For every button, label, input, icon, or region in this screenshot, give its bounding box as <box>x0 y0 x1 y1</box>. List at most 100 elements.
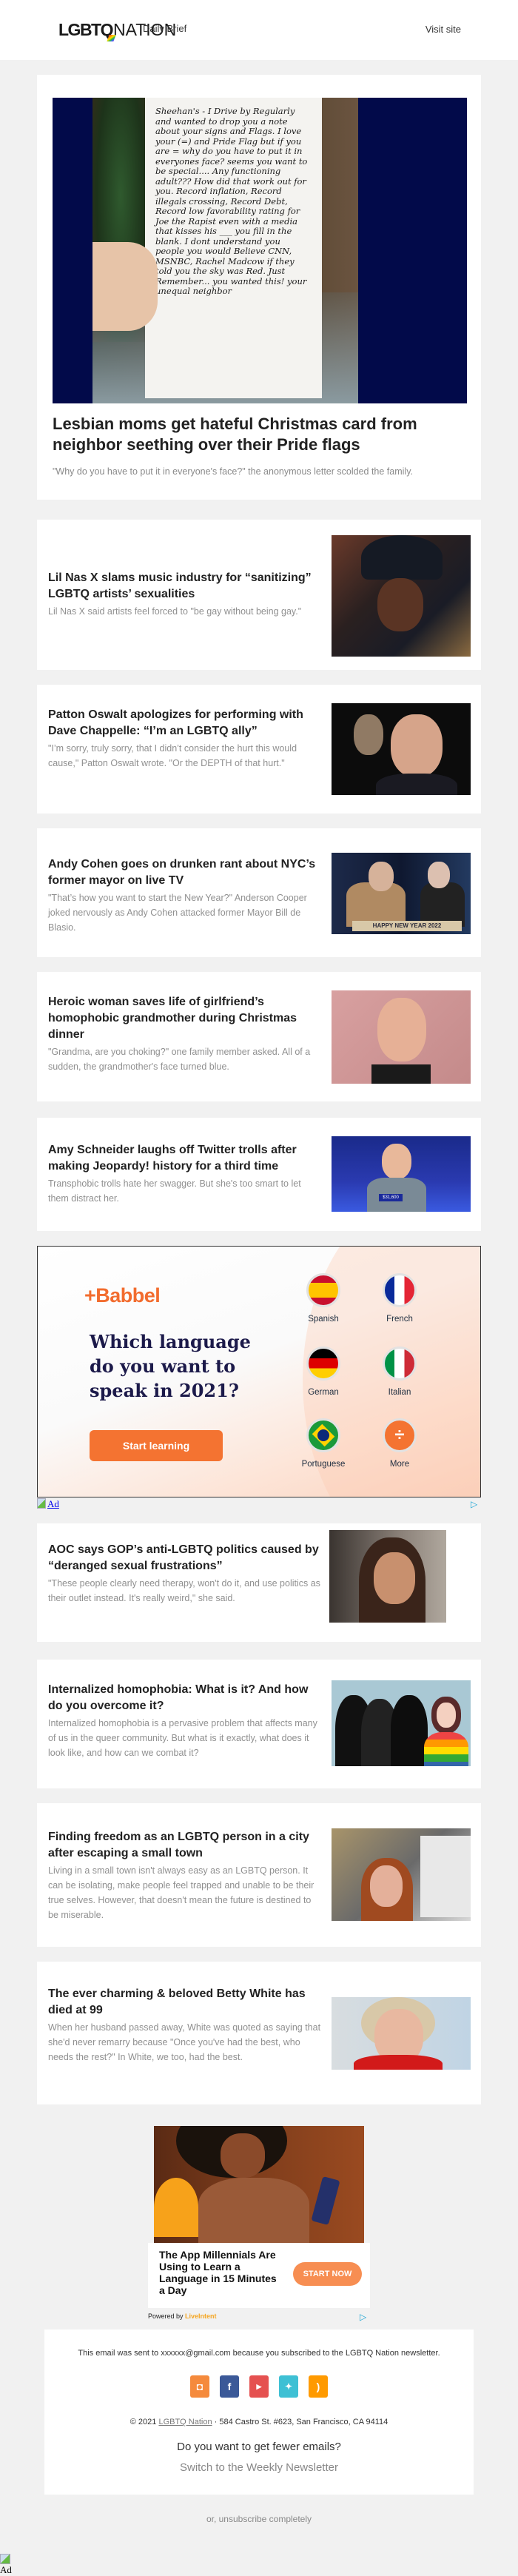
babbel-ad[interactable]: +Babbel Which language do you want to sp… <box>37 1246 481 1497</box>
face <box>377 998 426 1061</box>
story-title[interactable]: Internalized homophobia: What is it? And… <box>48 1682 322 1714</box>
story-subtitle: "These people clearly need therapy, won'… <box>48 1578 320 1603</box>
story-thumbnail[interactable]: HAPPY NEW YEAR 2022 <box>332 853 471 934</box>
rainbow-sweater <box>424 1732 468 1766</box>
cowboy-hat <box>361 535 443 580</box>
face <box>391 714 443 777</box>
story-card[interactable]: Lil Nas X slams music industry for “sani… <box>37 520 481 670</box>
hero-story-subtitle: "Why do you have to put it in everyone's… <box>53 466 413 477</box>
phone <box>311 2176 340 2226</box>
story-card[interactable]: AOC says GOP’s anti-LGBTQ politics cause… <box>37 1523 481 1642</box>
broken-image-icon <box>0 2554 10 2564</box>
babbel-headline: Which language do you want to speak in 2… <box>90 1331 251 1401</box>
language-italian[interactable]: Italian <box>363 1346 437 1397</box>
hero-image[interactable]: Sheehan's - I Drive by Regularly and wan… <box>53 98 467 403</box>
france-flag-icon <box>383 1273 417 1307</box>
language-german[interactable]: German <box>286 1346 360 1397</box>
adchoices-icon[interactable]: ▷ <box>471 1500 480 1509</box>
email-header: LGBTQNATION Daily Brief Visit site <box>0 0 518 60</box>
hero-story-card[interactable]: Sheehan's - I Drive by Regularly and wan… <box>37 75 481 500</box>
broken-image-icon <box>37 1498 46 1509</box>
face <box>221 2133 265 2178</box>
powered-by[interactable]: Powered by LiveIntent <box>148 2312 217 2320</box>
babbel-logo: +Babbel <box>84 1284 161 1307</box>
story-thumbnail[interactable] <box>332 1680 471 1766</box>
rss-icon[interactable]: ) <box>309 2375 328 2398</box>
score-display: $31,600 <box>379 1194 403 1201</box>
twitter-icon[interactable]: ✦ <box>279 2375 298 2398</box>
story-card[interactable]: Patton Oswalt apologizes for performing … <box>37 685 481 814</box>
story-title[interactable]: Amy Schneider laughs off Twitter trolls … <box>48 1142 322 1175</box>
lamp <box>154 2178 198 2237</box>
social-links: ◘ f ▶ ✦ ) <box>44 2375 474 2398</box>
start-now-button[interactable]: START NOW <box>293 2262 362 2286</box>
fewer-emails-prompt: Do you want to get fewer emails? <box>177 2441 341 2453</box>
logo-rainbow-q: Q <box>100 20 114 39</box>
instagram-icon[interactable]: ◘ <box>190 2375 209 2398</box>
ad-image-link[interactable]: Ad <box>37 1498 59 1510</box>
unsubscribe-link[interactable]: or, unsubscribe completely <box>44 2514 474 2524</box>
story-thumbnail[interactable] <box>332 1828 471 1921</box>
handwritten-note: Sheehan's - I Drive by Regularly and wan… <box>145 98 322 398</box>
liveintent-ad[interactable]: The App Millennials Are Using to Learn a… <box>148 2126 370 2321</box>
story-subtitle: Living in a small town isn't always easy… <box>48 1865 314 1920</box>
story-subtitle: "That’s how you want to start the New Ye… <box>48 893 307 933</box>
hand <box>92 242 158 331</box>
story-card[interactable]: Heroic woman saves life of girlfriend’s … <box>37 972 481 1101</box>
copyright: © 2021 LGBTQ Nation · 584 Castro St. #62… <box>130 2418 388 2426</box>
story-card[interactable]: The ever charming & beloved Betty White … <box>37 1962 481 2104</box>
hero-story-title[interactable]: Lesbian moms get hateful Christmas card … <box>53 414 467 455</box>
story-title[interactable]: The ever charming & beloved Betty White … <box>48 1986 322 2019</box>
story-thumbnail[interactable] <box>332 1997 471 2070</box>
switch-weekly-link[interactable]: Switch to the Weekly Newsletter <box>44 2461 474 2474</box>
story-subtitle: When her husband passed away, White was … <box>48 2022 321 2062</box>
story-card[interactable]: Internalized homophobia: What is it? And… <box>37 1660 481 1788</box>
story-subtitle: Transphobic trolls hate her swagger. But… <box>48 1178 301 1204</box>
ad-headline: The App Millennials Are Using to Learn a… <box>159 2249 277 2296</box>
brazil-flag-icon <box>306 1418 340 1452</box>
story-title[interactable]: Patton Oswalt apologizes for performing … <box>48 707 322 739</box>
story-title[interactable]: AOC says GOP’s anti-LGBTQ politics cause… <box>48 1542 322 1574</box>
germany-flag-icon <box>306 1346 340 1381</box>
story-subtitle: Internalized homophobia is a pervasive p… <box>48 1718 317 1758</box>
story-title[interactable]: Heroic woman saves life of girlfriend’s … <box>48 994 322 1043</box>
language-portuguese[interactable]: Portuguese <box>286 1418 360 1469</box>
language-spanish[interactable]: Spanish <box>286 1273 360 1324</box>
adchoices-icon[interactable]: ▷ <box>360 2312 369 2321</box>
face <box>377 578 423 631</box>
story-title[interactable]: Lil Nas X slams music industry for “sani… <box>48 570 322 603</box>
italy-flag-icon <box>383 1346 417 1381</box>
story-thumbnail[interactable] <box>332 990 471 1084</box>
image-caption: HAPPY NEW YEAR 2022 <box>352 921 462 931</box>
lgbtq-nation-link[interactable]: LGBTQ Nation <box>158 2418 212 2426</box>
facebook-icon[interactable]: f <box>220 2375 239 2398</box>
ad-image[interactable] <box>154 2126 364 2243</box>
story-thumbnail[interactable] <box>332 703 471 795</box>
more-plus-icon: ÷ <box>383 1418 417 1452</box>
language-french[interactable]: French <box>363 1273 437 1324</box>
story-thumbnail[interactable] <box>332 535 471 657</box>
liveintent-logo: LiveIntent <box>185 2312 217 2320</box>
face <box>370 1865 403 1907</box>
visit-site-link[interactable]: Visit site <box>426 24 461 35</box>
story-subtitle: "I’m sorry, truly sorry, that I didn’t c… <box>48 743 297 768</box>
story-thumbnail[interactable] <box>329 1530 446 1623</box>
story-subtitle: "Grandma, are you choking?" one family m… <box>48 1047 311 1072</box>
story-subtitle: Lil Nas X said artists feel forced to "b… <box>48 606 302 617</box>
start-learning-button[interactable]: Start learning <box>90 1430 223 1461</box>
sent-to-notice: This email was sent to xxxxxx@gmail.com … <box>78 2349 440 2358</box>
story-title[interactable]: Finding freedom as an LGBTQ person in a … <box>48 1829 322 1862</box>
email-footer: This email was sent to xxxxxx@gmail.com … <box>44 2330 474 2524</box>
youtube-icon[interactable]: ▶ <box>249 2375 269 2398</box>
hero-photo: Sheehan's - I Drive by Regularly and wan… <box>92 98 358 403</box>
story-card[interactable]: Amy Schneider laughs off Twitter trolls … <box>37 1118 481 1231</box>
bottom-ad-image[interactable]: Ad <box>0 2554 12 2576</box>
story-title[interactable]: Andy Cohen goes on drunken rant about NY… <box>48 856 322 889</box>
story-card[interactable]: Andy Cohen goes on drunken rant about NY… <box>37 828 481 957</box>
language-more[interactable]: ÷ More <box>363 1418 437 1469</box>
face <box>382 1144 411 1179</box>
newsletter-name: Daily Brief <box>143 23 187 34</box>
story-card[interactable]: Finding freedom as an LGBTQ person in a … <box>37 1803 481 1947</box>
story-thumbnail[interactable]: $31,600 <box>332 1136 471 1212</box>
face <box>374 1552 415 1604</box>
